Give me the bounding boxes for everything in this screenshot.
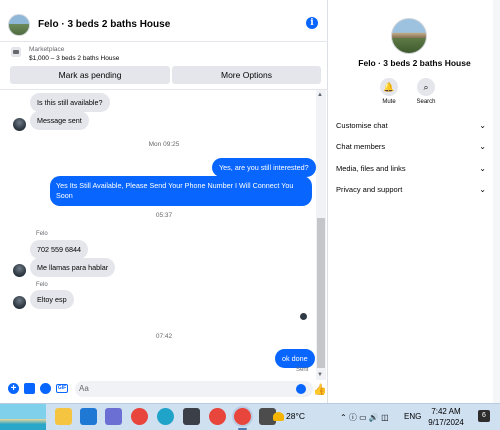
clock-time: 7:42 AM bbox=[431, 407, 461, 416]
clock[interactable]: 7:42 AM 9/17/2024 bbox=[424, 406, 468, 428]
marketplace-icon bbox=[11, 47, 21, 57]
store-icon[interactable] bbox=[105, 408, 122, 425]
info-title: Felo · 3 beds 2 baths House bbox=[358, 58, 471, 68]
chat-info-panel: Felo · 3 beds 2 baths House 🔔 Mute ⌕ Sea… bbox=[329, 0, 500, 403]
option-label: Privacy and support bbox=[336, 185, 403, 194]
info-icon[interactable]: i bbox=[306, 17, 318, 29]
sender-name: Felo bbox=[36, 282, 48, 288]
composer: + GIF Aa 👍 bbox=[0, 378, 328, 400]
option-customise-chat[interactable]: Customise chat ⌄ bbox=[336, 116, 486, 136]
seen-avatar bbox=[300, 313, 307, 320]
mail-icon[interactable] bbox=[80, 408, 97, 425]
photo-icon[interactable] bbox=[24, 383, 35, 394]
chevron-down-icon: ⌄ bbox=[479, 142, 486, 151]
bell-icon[interactable]: 🔔 bbox=[380, 78, 398, 96]
message-input-placeholder: Aa bbox=[79, 384, 89, 393]
plus-icon[interactable]: + bbox=[8, 383, 19, 394]
chrome-active-icon[interactable] bbox=[234, 408, 251, 425]
scroll-thumb[interactable] bbox=[317, 218, 325, 368]
chat-scrollbar[interactable]: ▲ ▼ bbox=[316, 90, 326, 380]
mute-label: Mute bbox=[382, 99, 396, 105]
edge-icon[interactable] bbox=[157, 408, 174, 425]
sender-avatar[interactable] bbox=[13, 264, 26, 277]
message-bubble: Eltoy esp bbox=[30, 290, 74, 309]
more-options-button[interactable]: More Options bbox=[172, 66, 321, 84]
terminal-icon[interactable] bbox=[183, 408, 200, 425]
widgets-icon[interactable] bbox=[0, 404, 46, 430]
message-line: Soon bbox=[56, 191, 73, 200]
option-media-files-links[interactable]: Media, files and links ⌄ bbox=[336, 159, 486, 179]
chevron-down-icon: ⌄ bbox=[479, 185, 486, 194]
chat-header: Felo · 3 beds 2 baths House i bbox=[0, 8, 328, 42]
message-line: Yes Its Still Available, Please Send You… bbox=[56, 181, 294, 190]
info-scrollbar[interactable] bbox=[493, 0, 500, 403]
marketplace-banner: Marketplace $1,000 – 3 beds 2 baths Hous… bbox=[0, 42, 328, 90]
option-privacy-support[interactable]: Privacy and support ⌄ bbox=[336, 180, 486, 200]
message-bubble: 702 559 6844 bbox=[30, 240, 88, 259]
search-icon[interactable]: ⌕ bbox=[417, 78, 435, 96]
gif-icon[interactable]: GIF bbox=[56, 384, 68, 393]
search-label: Search bbox=[416, 99, 436, 105]
option-label: Media, files and links bbox=[336, 164, 406, 173]
option-label: Customise chat bbox=[336, 121, 388, 130]
sent-status: Sent bbox=[296, 367, 309, 373]
file-explorer-icon[interactable] bbox=[55, 408, 72, 425]
sender-avatar[interactable] bbox=[13, 118, 26, 131]
chat-title[interactable]: Felo · 3 beds 2 baths House bbox=[38, 19, 170, 30]
notification-badge[interactable]: 6 bbox=[478, 410, 490, 422]
weather-icon[interactable] bbox=[273, 412, 284, 421]
chrome-icon[interactable] bbox=[209, 408, 226, 425]
chrome-icon[interactable] bbox=[131, 408, 148, 425]
screen: Felo · 3 beds 2 baths House i Marketplac… bbox=[0, 0, 500, 430]
timestamp: Mon 09:25 bbox=[148, 141, 180, 148]
chevron-down-icon: ⌄ bbox=[479, 164, 486, 173]
chat-panel: Felo · 3 beds 2 baths House i Marketplac… bbox=[0, 0, 328, 403]
message-bubble-sent: Yes, are you still interested? bbox=[212, 158, 316, 177]
scroll-up-arrow-icon[interactable]: ▲ bbox=[317, 92, 323, 98]
sender-avatar[interactable] bbox=[13, 296, 26, 309]
temperature[interactable]: 28°C bbox=[286, 411, 305, 421]
mark-as-pending-button[interactable]: Mark as pending bbox=[10, 66, 170, 84]
sender-name: Felo bbox=[36, 231, 48, 237]
message-bubble-sent: Yes Its Still Available, Please Send You… bbox=[50, 176, 312, 206]
message-bubble: Message sent bbox=[30, 111, 89, 130]
message-bubble: Me llamas para hablar bbox=[30, 258, 116, 277]
chevron-down-icon: ⌄ bbox=[479, 121, 486, 130]
timestamp: 05:37 bbox=[155, 212, 173, 219]
message-list: Is this still available? Message sent Mo… bbox=[0, 90, 328, 380]
chat-avatar[interactable] bbox=[8, 13, 30, 36]
marketplace-item[interactable]: $1,000 – 3 beds 2 baths House bbox=[29, 55, 119, 62]
clock-date: 9/17/2024 bbox=[428, 418, 464, 427]
thumbs-up-icon[interactable]: 👍 bbox=[313, 383, 327, 396]
sticker-icon[interactable] bbox=[40, 383, 51, 394]
message-bubble-sent: ok done bbox=[275, 349, 315, 368]
message-bubble: Is this still available? bbox=[30, 93, 110, 112]
listing-avatar[interactable] bbox=[391, 18, 427, 54]
language-indicator[interactable]: ENG bbox=[404, 412, 421, 421]
emoji-icon[interactable] bbox=[296, 384, 306, 394]
taskbar: 28°C ⌃ ⓘ ▭ 🔊 ◫ ENG 7:42 AM 9/17/2024 6 bbox=[0, 403, 500, 430]
option-label: Chat members bbox=[336, 142, 386, 151]
system-tray-icons[interactable]: ⌃ ⓘ ▭ 🔊 ◫ bbox=[340, 412, 389, 423]
message-input[interactable]: Aa bbox=[75, 381, 313, 397]
timestamp: 07:42 bbox=[155, 333, 173, 340]
option-chat-members[interactable]: Chat members ⌄ bbox=[336, 137, 486, 157]
mute-action[interactable]: 🔔 Mute bbox=[369, 78, 409, 105]
marketplace-label: Marketplace bbox=[29, 46, 65, 53]
search-action[interactable]: ⌕ Search bbox=[406, 78, 446, 105]
